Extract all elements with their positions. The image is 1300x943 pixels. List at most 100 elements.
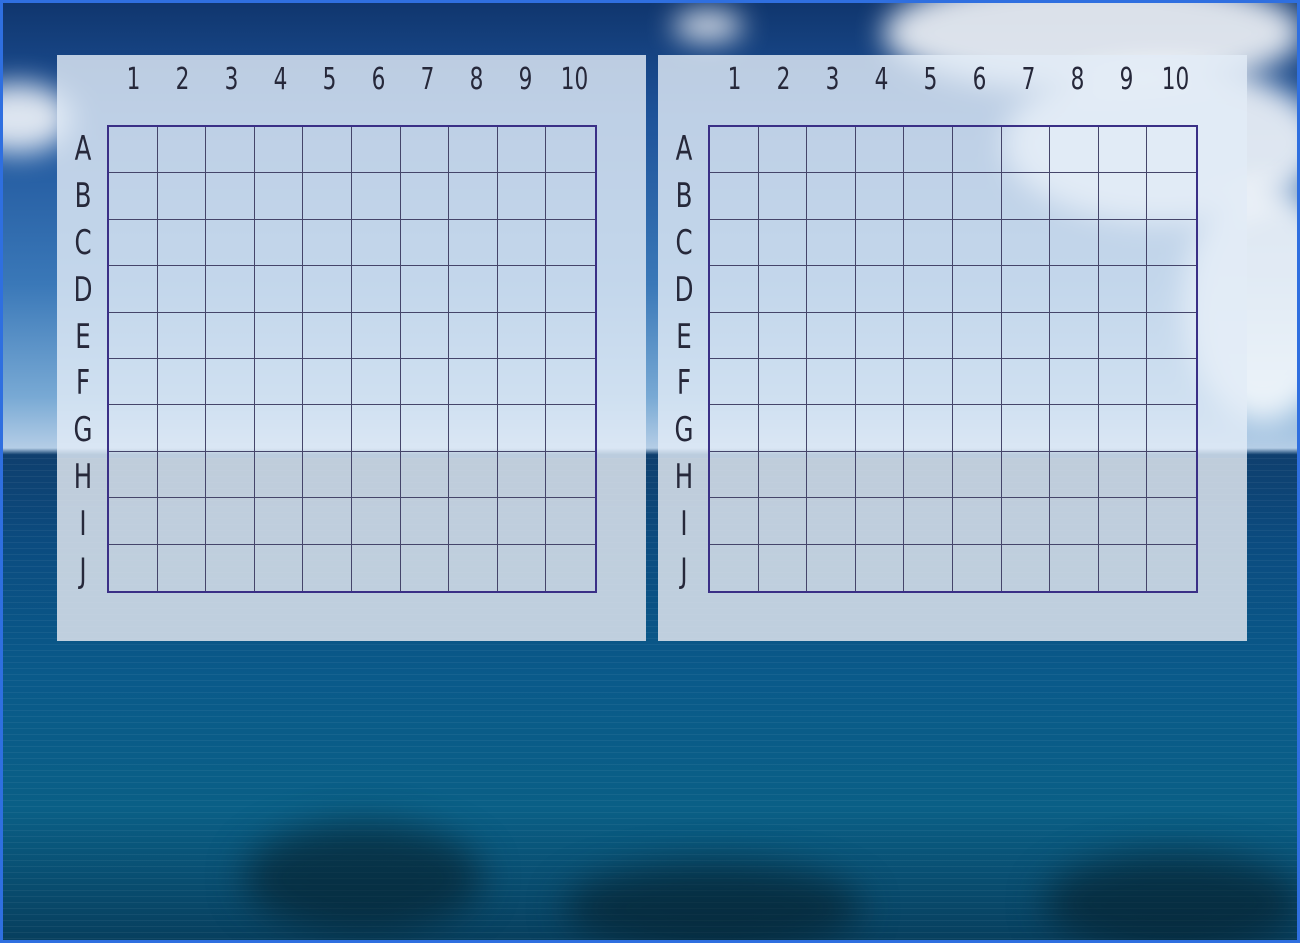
grid-cell-d4[interactable]: [254, 266, 304, 313]
grid-cell-b7[interactable]: [400, 173, 450, 220]
grid-cell-j8[interactable]: [449, 544, 498, 591]
grid-cell-b1[interactable]: [710, 173, 759, 220]
grid-cell-i7[interactable]: [1001, 498, 1051, 545]
grid-cell-c4[interactable]: [855, 219, 905, 267]
grid-cell-a9[interactable]: [497, 127, 547, 174]
grid-cell-a3[interactable]: [807, 127, 856, 174]
grid-cell-j2[interactable]: [759, 544, 808, 591]
grid-cell-d6[interactable]: [952, 266, 1002, 313]
grid-cell-d10[interactable]: [1147, 266, 1196, 313]
grid-cell-f10[interactable]: [1147, 359, 1196, 406]
grid-cell-j4[interactable]: [856, 544, 905, 591]
grid-cell-i4[interactable]: [254, 498, 304, 545]
grid-cell-b5[interactable]: [303, 173, 352, 220]
grid-cell-h3[interactable]: [206, 451, 255, 499]
grid-cell-h7[interactable]: [400, 451, 450, 499]
grid-cell-a1[interactable]: [710, 127, 759, 174]
grid-cell-c1[interactable]: [710, 219, 759, 267]
grid-cell-d7[interactable]: [1001, 266, 1051, 313]
grid-cell-b3[interactable]: [807, 173, 856, 220]
grid-cell-g4[interactable]: [254, 405, 304, 452]
grid-cell-g6[interactable]: [952, 405, 1002, 452]
grid-cell-d3[interactable]: [807, 266, 856, 313]
grid-cell-f8[interactable]: [1050, 359, 1099, 406]
grid-cell-h8[interactable]: [1050, 451, 1099, 499]
grid-cell-i10[interactable]: [1147, 498, 1196, 545]
grid-cell-d5[interactable]: [904, 266, 953, 313]
grid-cell-j5[interactable]: [904, 544, 953, 591]
grid-cell-c10[interactable]: [546, 220, 595, 267]
grid-cell-c2[interactable]: [758, 219, 808, 267]
grid-cell-e8[interactable]: [449, 312, 498, 359]
grid-cell-d5[interactable]: [303, 266, 352, 313]
grid-cell-h3[interactable]: [807, 451, 856, 499]
grid-cell-d2[interactable]: [157, 266, 207, 313]
grid-cell-e1[interactable]: [109, 312, 158, 359]
grid-cell-a4[interactable]: [855, 127, 905, 174]
grid-cell-h2[interactable]: [758, 451, 808, 499]
grid-cell-a6[interactable]: [351, 127, 401, 174]
grid-cell-i5[interactable]: [904, 498, 953, 545]
grid-cell-f8[interactable]: [449, 359, 498, 406]
grid-cell-d8[interactable]: [449, 266, 498, 313]
grid-cell-f7[interactable]: [400, 359, 450, 406]
grid-cell-d1[interactable]: [710, 266, 759, 313]
grid-cell-b8[interactable]: [449, 173, 498, 220]
grid-cell-c6[interactable]: [952, 219, 1002, 267]
grid-cell-c7[interactable]: [1001, 219, 1051, 267]
grid-cell-e4[interactable]: [855, 312, 905, 359]
grid-cell-g1[interactable]: [710, 405, 759, 452]
grid-cell-b2[interactable]: [758, 173, 808, 220]
grid-cell-j9[interactable]: [1099, 544, 1148, 591]
grid-cell-j6[interactable]: [953, 544, 1002, 591]
grid-cell-a3[interactable]: [206, 127, 255, 174]
grid-cell-g7[interactable]: [400, 405, 450, 452]
grid-cell-h9[interactable]: [1098, 451, 1148, 499]
grid-cell-b5[interactable]: [904, 173, 953, 220]
grid-cell-a1[interactable]: [109, 127, 158, 174]
grid-cell-j10[interactable]: [546, 545, 595, 591]
grid-cell-c7[interactable]: [400, 219, 450, 267]
grid-cell-g9[interactable]: [497, 405, 547, 452]
grid-cell-i6[interactable]: [952, 498, 1002, 545]
grid-cell-j9[interactable]: [498, 544, 547, 591]
grid-cell-a5[interactable]: [904, 127, 953, 174]
grid-cell-a10[interactable]: [1147, 127, 1196, 174]
grid-cell-f2[interactable]: [758, 359, 808, 406]
grid-cell-c4[interactable]: [254, 219, 304, 267]
grid-cell-g1[interactable]: [109, 405, 158, 452]
grid-cell-h5[interactable]: [904, 451, 953, 499]
grid-cell-c3[interactable]: [807, 219, 856, 267]
grid-cell-b6[interactable]: [952, 173, 1002, 220]
grid-cell-g2[interactable]: [758, 405, 808, 452]
grid-cell-b10[interactable]: [1147, 173, 1196, 220]
grid-cell-i3[interactable]: [206, 498, 255, 545]
grid-cell-e10[interactable]: [546, 313, 595, 359]
grid-cell-e9[interactable]: [497, 312, 547, 359]
grid-cell-g4[interactable]: [855, 405, 905, 452]
grid-cell-i4[interactable]: [855, 498, 905, 545]
grid-cell-g9[interactable]: [1098, 405, 1148, 452]
grid-cell-b10[interactable]: [546, 173, 595, 220]
grid-cell-c6[interactable]: [351, 219, 401, 267]
grid-cell-g10[interactable]: [546, 405, 595, 452]
grid-cell-i9[interactable]: [497, 498, 547, 545]
grid-cell-d2[interactable]: [758, 266, 808, 313]
grid-cell-e8[interactable]: [1050, 312, 1099, 359]
grid-cell-f7[interactable]: [1001, 359, 1051, 406]
grid-cell-d9[interactable]: [497, 266, 547, 313]
grid-cell-e3[interactable]: [807, 312, 856, 359]
grid-cell-h2[interactable]: [157, 451, 207, 499]
grid-cell-a2[interactable]: [758, 127, 808, 174]
grid-cell-f9[interactable]: [497, 359, 547, 406]
grid-cell-e2[interactable]: [157, 312, 207, 359]
grid-cell-d1[interactable]: [109, 266, 158, 313]
grid-cell-d10[interactable]: [546, 266, 595, 313]
grid-cell-h10[interactable]: [1147, 452, 1196, 499]
grid-cell-e5[interactable]: [904, 312, 953, 359]
grid-cell-i9[interactable]: [1098, 498, 1148, 545]
grid-cell-e7[interactable]: [400, 312, 450, 359]
grid-cell-b3[interactable]: [206, 173, 255, 220]
grid-cell-e9[interactable]: [1098, 312, 1148, 359]
grid-cell-f4[interactable]: [855, 359, 905, 406]
